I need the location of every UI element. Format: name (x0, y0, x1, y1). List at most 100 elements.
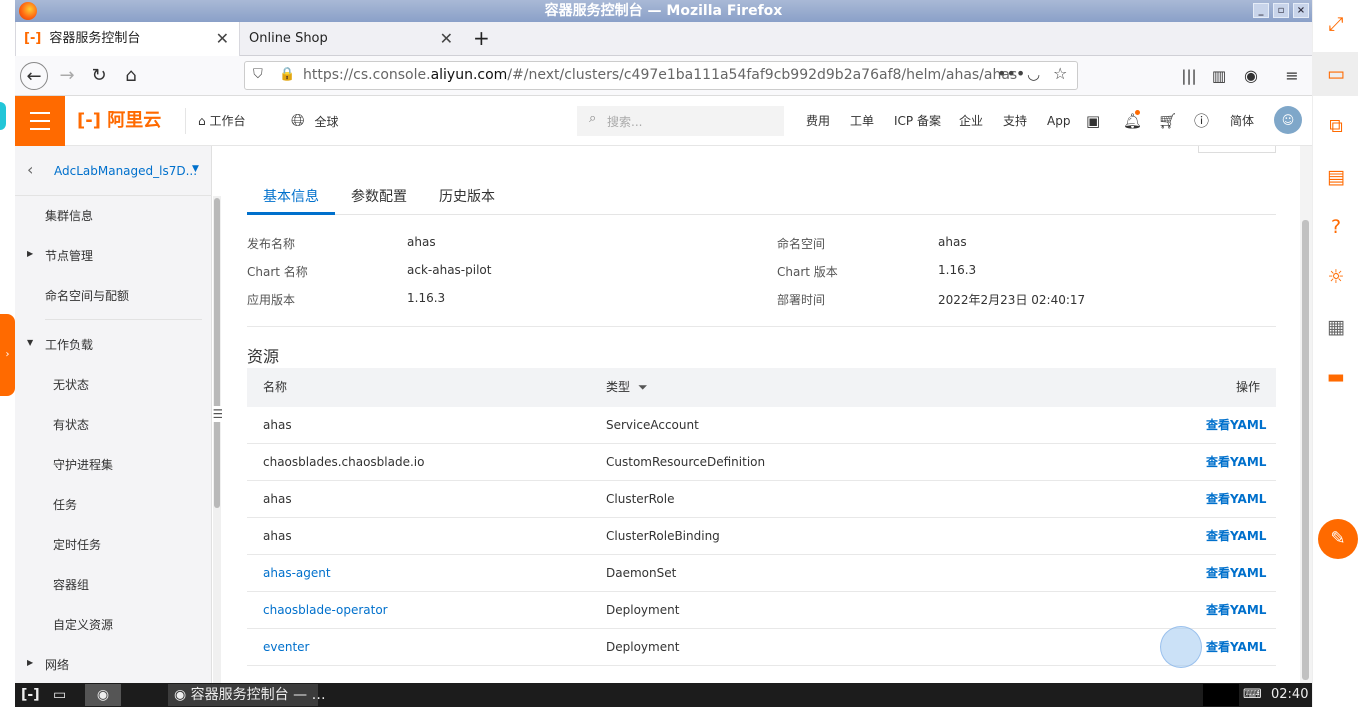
help-circle-icon[interactable]: ⓘ (1194, 96, 1209, 146)
sidebar-scroll-thumb[interactable] (214, 198, 220, 508)
pocket-icon[interactable]: ◡ (1027, 65, 1040, 83)
close-window-button[interactable]: × (1293, 3, 1309, 18)
view-yaml-link[interactable]: 查看YAML (1206, 555, 1266, 592)
app-menu-icon[interactable]: ≡ (1278, 62, 1306, 90)
header-link-tickets[interactable]: 工单 (850, 96, 874, 146)
sidebar-item-network[interactable]: 网络 (45, 656, 69, 673)
header-link-app[interactable]: App (1047, 96, 1070, 146)
partial-button[interactable] (1198, 146, 1276, 153)
url-bar[interactable]: ⛉ 🔒 https://cs.console.aliyun.com/#/next… (244, 61, 1078, 90)
table-row: ahas ClusterRole 查看YAML (247, 481, 1276, 518)
tab-history[interactable]: 历史版本 (439, 186, 495, 206)
browser-nav-bar: ← → ↻ ⌂ ⛉ 🔒 https://cs.console.aliyun.co… (15, 56, 1312, 96)
collapse-caret-icon[interactable]: ▼ (27, 338, 33, 347)
header-link-icp[interactable]: ICP 备案 (894, 96, 941, 146)
lock-icon[interactable]: 🔒 (279, 67, 295, 82)
chat-icon[interactable]: ▬ (1313, 355, 1358, 399)
start-menu-icon[interactable]: [-] (21, 684, 40, 706)
region-selector[interactable]: 🌐︎ 全球 (291, 96, 338, 147)
browser-tabs-bar: [-] 容器服务控制台 ✕ Online Shop ✕ + (15, 22, 1312, 56)
expand-caret-icon[interactable]: ▶ (27, 249, 33, 258)
page-actions-icon[interactable]: ••• (997, 64, 1025, 83)
back-chevron-icon[interactable]: ‹ (27, 160, 33, 179)
remote-desktop-icon[interactable]: ⧉ (1313, 104, 1358, 148)
sidebar-item-custom-resources[interactable]: 自定义资源 (53, 616, 113, 633)
qrcode-icon[interactable]: ▦ (1313, 305, 1358, 349)
url-text[interactable]: https://cs.console.aliyun.com/#/next/clu… (303, 62, 1017, 89)
maximize-button[interactable]: ▫ (1273, 3, 1289, 18)
view-yaml-link[interactable]: 查看YAML (1206, 518, 1266, 555)
resource-name[interactable]: ahas-agent (263, 555, 331, 592)
forward-button[interactable]: → (53, 62, 81, 90)
sidebar-item-statefulsets[interactable]: 有状态 (53, 416, 89, 433)
tab-parameters[interactable]: 参数配置 (351, 186, 407, 206)
edit-feedback-icon[interactable]: ✎ (1318, 519, 1358, 559)
view-yaml-link[interactable]: 查看YAML (1206, 592, 1266, 629)
brightness-icon[interactable]: ☼ (1313, 255, 1358, 299)
expand-caret-icon[interactable]: ▶ (27, 658, 33, 667)
sidebar-item-workloads[interactable]: 工作负载 (45, 336, 93, 353)
bookmark-star-icon[interactable]: ☆ (1053, 64, 1067, 83)
sidebar-item-daemonsets[interactable]: 守护进程集 (53, 456, 113, 473)
header-link-support[interactable]: 支持 (1003, 96, 1027, 146)
view-yaml-link[interactable]: 查看YAML (1206, 481, 1266, 518)
sidebar: ‹ AdcLabManaged_ls7D... ▼ 集群信息 ▶ 节点管理 命名… (15, 146, 212, 683)
reload-button[interactable]: ↻ (85, 62, 113, 90)
view-yaml-link[interactable]: 查看YAML (1206, 407, 1266, 444)
expand-panel-handle[interactable]: › (0, 314, 15, 396)
sidebar-item-cluster-info[interactable]: 集群信息 (45, 207, 93, 224)
sidebar-item-namespaces[interactable]: 命名空间与配额 (45, 287, 129, 304)
sidebar-item-deployments[interactable]: 无状态 (53, 376, 89, 393)
cluster-selector[interactable]: ‹ AdcLabManaged_ls7D... ▼ (15, 146, 212, 196)
sidebar-item-cronjobs[interactable]: 定时任务 (53, 536, 101, 553)
firefox-launcher-icon[interactable]: ◉ (85, 684, 121, 706)
avatar[interactable]: ☺ (1274, 106, 1302, 134)
tab-basic-info[interactable]: 基本信息 (263, 186, 319, 206)
keyboard-icon[interactable]: ⌨ (1243, 684, 1262, 706)
chevron-down-icon[interactable]: ▼ (192, 164, 199, 174)
header-link-billing[interactable]: 费用 (806, 96, 830, 146)
terminal-icon[interactable]: ▣ (1086, 96, 1100, 146)
resource-name[interactable]: chaosblade-operator (263, 592, 388, 629)
menu-button[interactable] (15, 96, 65, 146)
resource-type: CustomResourceDefinition (606, 455, 766, 469)
language-selector[interactable]: 简体 (1230, 96, 1254, 146)
account-icon[interactable]: ◉ (1237, 62, 1265, 90)
header-link-enterprise[interactable]: 企业 (959, 96, 983, 146)
close-tab-icon[interactable]: ✕ (216, 22, 229, 55)
sidebar-item-pods[interactable]: 容器组 (53, 576, 89, 593)
taskbar-window-button[interactable]: ◉ 容器服务控制台 — … (168, 684, 326, 706)
document-icon[interactable]: ▤ (1313, 155, 1358, 199)
notification-bell-icon[interactable]: 🔔︎ (1123, 96, 1142, 146)
browser-tab-online-shop[interactable]: Online Shop ✕ (241, 22, 463, 56)
filter-icon[interactable]: ⏷ (638, 368, 648, 407)
cluster-name[interactable]: AdcLabManaged_ls7D... (54, 164, 197, 178)
release-name-value: ahas (407, 235, 436, 249)
browser-tab-console[interactable]: [-] 容器服务控制台 ✕ (15, 22, 240, 56)
monitor-icon[interactable]: ▭ (1313, 52, 1358, 96)
show-desktop-icon[interactable]: ▭ (53, 684, 66, 706)
search-input[interactable]: ⌕ 搜索... (577, 106, 784, 136)
help-icon[interactable]: ? (1313, 205, 1358, 249)
floating-assistant-button[interactable] (1160, 626, 1202, 668)
back-button[interactable]: ← (20, 62, 48, 90)
aliyun-logo[interactable]: [-] 阿里云 (77, 96, 161, 146)
cart-icon[interactable]: 🛒︎ (1158, 96, 1177, 146)
shield-icon[interactable]: ⛉ (253, 67, 263, 82)
sidebar-item-nodes[interactable]: 节点管理 (45, 247, 93, 264)
view-yaml-link[interactable]: 查看YAML (1206, 444, 1266, 481)
table-row: chaosblades.chaosblade.io CustomResourceD… (247, 444, 1276, 481)
main-scroll-thumb[interactable] (1302, 220, 1309, 680)
view-yaml-link[interactable]: 查看YAML (1206, 629, 1266, 666)
new-tab-button[interactable]: + (465, 22, 498, 56)
resource-name[interactable]: eventer (263, 629, 310, 666)
workbench-link[interactable]: ⌂ 工作台 (185, 108, 245, 134)
close-tab-icon[interactable]: ✕ (440, 22, 453, 55)
sidebar-item-jobs[interactable]: 任务 (53, 496, 77, 513)
sidebar-toggle-icon[interactable]: ▥ (1205, 62, 1233, 90)
home-button[interactable]: ⌂ (117, 62, 145, 90)
minimize-button[interactable]: _ (1253, 3, 1269, 18)
fullscreen-icon[interactable]: ⤢ (1313, 2, 1358, 46)
app-version-value: 1.16.3 (407, 291, 446, 305)
library-icon[interactable]: ||| (1175, 62, 1203, 90)
